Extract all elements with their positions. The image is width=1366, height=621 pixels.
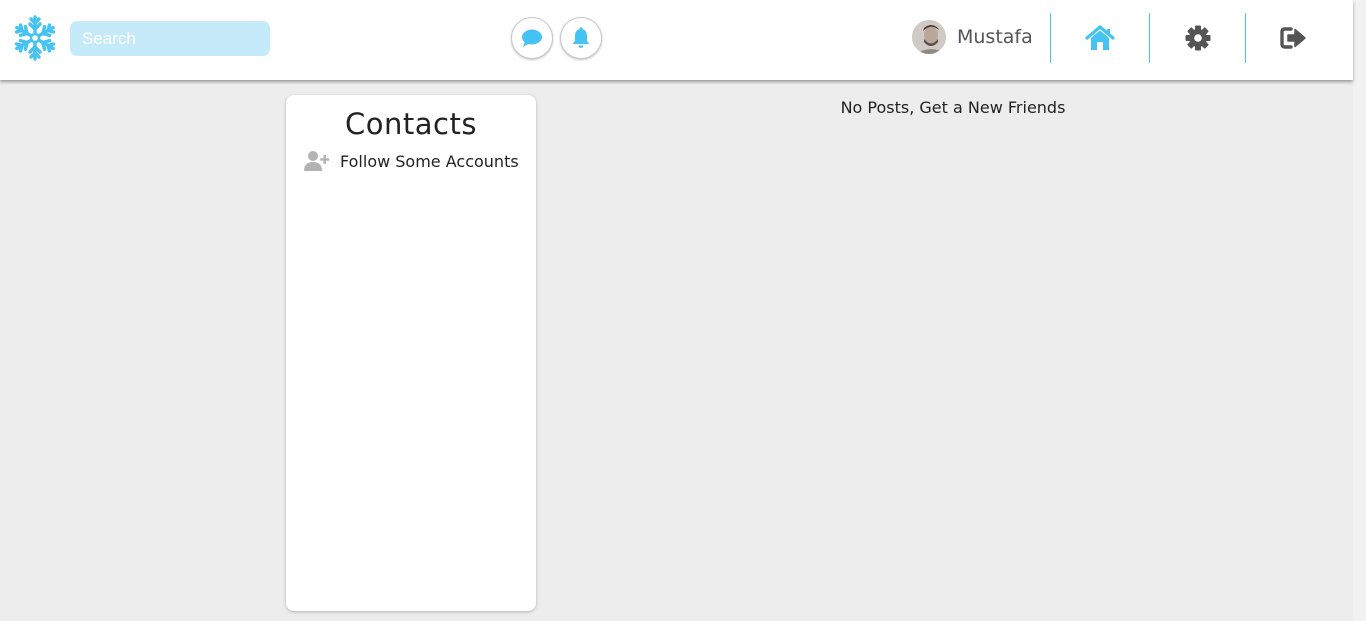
- contacts-title: Contacts: [345, 107, 477, 141]
- logout-link[interactable]: [1279, 24, 1309, 52]
- user-profile-link[interactable]: Mustafa: [912, 20, 1033, 54]
- scrollbar[interactable]: [1353, 0, 1366, 621]
- search-input[interactable]: [70, 21, 270, 56]
- bell-icon: [572, 27, 590, 48]
- username-label: Mustafa: [957, 26, 1033, 48]
- avatar: [912, 20, 946, 54]
- chat-bubble-icon: [522, 29, 542, 47]
- nav-divider: [1245, 13, 1246, 63]
- contacts-panel: Contacts Follow Some Accounts: [286, 95, 536, 611]
- nav-divider: [1149, 13, 1150, 63]
- home-icon: [1085, 25, 1115, 50]
- messages-button[interactable]: [511, 17, 553, 59]
- follow-accounts-link[interactable]: Follow Some Accounts: [304, 150, 519, 172]
- gear-icon: [1185, 25, 1211, 51]
- home-link[interactable]: [1085, 24, 1115, 52]
- notifications-button[interactable]: [560, 17, 602, 59]
- page: Mustafa: [0, 0, 1366, 621]
- settings-link[interactable]: [1183, 24, 1213, 52]
- empty-feed-message: No Posts, Get a New Friends: [840, 98, 1066, 117]
- nav-divider: [1050, 13, 1051, 63]
- follow-accounts-label: Follow Some Accounts: [340, 151, 519, 171]
- snowflake-icon[interactable]: [10, 13, 60, 63]
- sign-out-icon: [1280, 27, 1306, 49]
- user-plus-icon: [304, 151, 330, 171]
- top-navbar: Mustafa: [0, 0, 1353, 80]
